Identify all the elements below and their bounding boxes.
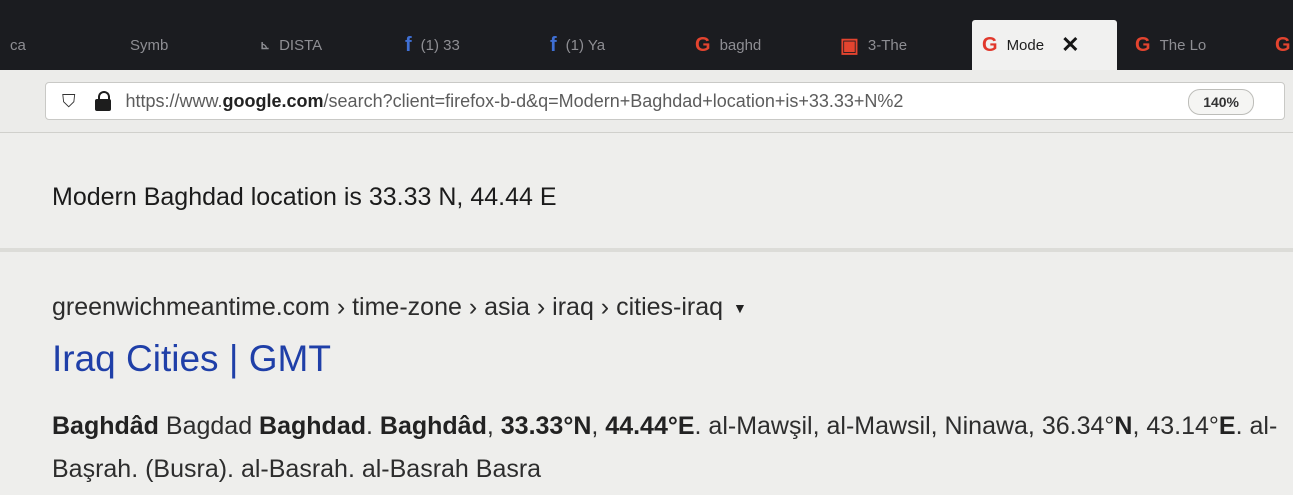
tab-1[interactable]: Symb <box>120 20 220 70</box>
tab-5[interactable]: G baghd <box>685 20 815 70</box>
tab-6[interactable]: ▣ 3-The <box>830 20 960 70</box>
url-text[interactable]: https://www.google.com/search?client=fir… <box>126 91 904 112</box>
snippet-text-6: , <box>486 412 501 440</box>
snippet-text-10: . al-Mawşil, al-Mawsil, Ninawa, 36.34° <box>694 412 1115 440</box>
divider <box>0 248 1293 252</box>
tab-3-label: (1) 33 <box>420 36 460 54</box>
close-tab-icon[interactable]: ✕ <box>1061 32 1079 58</box>
snippet-bold-11: N <box>1114 412 1133 440</box>
google-icon: G <box>1135 33 1151 56</box>
lock-icon[interactable] <box>94 91 112 111</box>
url-prefix: https://www. <box>125 90 223 111</box>
google-icon: G <box>982 33 998 56</box>
tab-1-label: Symb <box>130 36 169 54</box>
snippet-text-8: , <box>591 412 606 440</box>
url-domain: google.com <box>222 90 324 111</box>
shield-icon[interactable]: ⛉ <box>62 91 76 112</box>
result-title-link[interactable]: Iraq Cities | GMT <box>52 338 331 380</box>
tab-8-label: The Lo <box>1159 36 1207 54</box>
snippet-bold-7: 33.33°N <box>500 412 592 440</box>
google-icon: G <box>695 33 711 56</box>
tab-4-label: (1) Ya <box>565 36 606 54</box>
tab-8[interactable]: G The Lo <box>1125 20 1255 70</box>
navigation-bar: ⛉ https://www.google.com/search?client=f… <box>0 70 1293 133</box>
url-rest: /search?client=firefox-b-d&q=Modern+Bagh… <box>323 90 904 111</box>
tab-active[interactable]: G Mode ✕ <box>972 20 1117 70</box>
tab-6-label: 3-The <box>867 36 908 54</box>
result-breadcrumb[interactable]: greenwichmeantime.com › time-zone › asia… <box>52 293 747 322</box>
zoom-level-button[interactable]: 140% <box>1188 89 1254 115</box>
result-snippet: Baghdâd Bagdad Baghdad. Baghdâd, 33.33°N… <box>52 405 1287 491</box>
tab-strip: ca Symb ⊾ DISTA f (1) 33 f (1) Ya G bagh… <box>0 0 1293 70</box>
tab-5-label: baghd <box>719 36 762 54</box>
tab-2-label: DISTA <box>279 36 323 54</box>
snippet-text-4: . <box>366 412 380 440</box>
featured-snippet: Modern Baghdad location is 33.33 N, 44.4… <box>52 183 557 211</box>
tab-2[interactable]: ⊾ DISTA <box>250 20 370 70</box>
tab-9[interactable]: G <box>1265 20 1293 70</box>
url-bar[interactable]: ⛉ https://www.google.com/search?client=f… <box>45 82 1285 120</box>
breadcrumb-text: greenwichmeantime.com › time-zone › asia… <box>52 293 724 321</box>
google-icon: G <box>1275 33 1291 56</box>
snippet-text-12: , 43.14° <box>1132 412 1219 440</box>
facebook-icon: f <box>550 33 557 56</box>
facebook-icon: f <box>405 33 412 56</box>
tab-active-label: Mode <box>1006 36 1045 54</box>
snippet-bold-13: E <box>1218 412 1236 440</box>
tab-2-icon: ⊾ <box>260 38 271 52</box>
snippet-bold-9: 44.44°E <box>605 412 695 440</box>
chevron-down-icon[interactable]: ▼ <box>733 300 747 316</box>
snippet-bold-5: Baghdâd <box>379 412 487 440</box>
snippet-bold-3: Baghdad <box>259 412 366 440</box>
tab-0[interactable]: ca <box>0 20 60 70</box>
tab-3[interactable]: f (1) 33 <box>395 20 515 70</box>
app-icon: ▣ <box>840 34 859 57</box>
snippet-bold-1: Baghdâd <box>52 412 159 440</box>
tab-0-label: ca <box>10 36 26 54</box>
snippet-text-2: Bagdad <box>158 412 260 440</box>
search-results: Modern Baghdad location is 33.33 N, 44.4… <box>0 133 1293 495</box>
tab-4[interactable]: f (1) Ya <box>540 20 660 70</box>
